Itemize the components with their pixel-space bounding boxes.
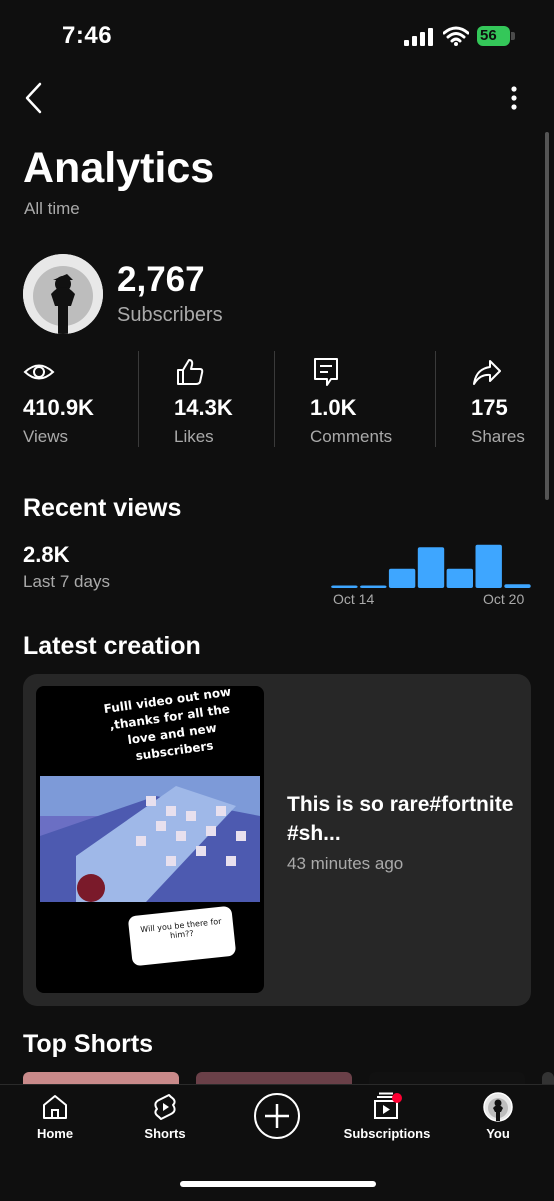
- wifi-icon: [443, 26, 469, 46]
- video-thumbnail[interactable]: Fulll video out now ,thanks for all the …: [36, 686, 264, 993]
- nav-subscriptions[interactable]: Subscriptions: [337, 1092, 437, 1141]
- video-posted-time: 43 minutes ago: [287, 854, 404, 873]
- nav-label: Shorts: [144, 1126, 186, 1141]
- share-icon: [473, 360, 501, 385]
- profile-avatar-icon: [483, 1092, 513, 1122]
- back-arrow-icon[interactable]: [22, 82, 46, 114]
- chart-bar: [417, 547, 445, 588]
- nav-label: You: [486, 1126, 510, 1141]
- stat-label: Comments: [310, 427, 393, 446]
- stat-comments: 1.0K Comments: [310, 352, 430, 448]
- recent-views-value: 2.8K: [23, 542, 70, 567]
- nav-label: Subscriptions: [343, 1126, 431, 1141]
- stat-divider: [274, 351, 275, 447]
- eye-icon: [23, 364, 55, 380]
- subscriber-label: Subscribers: [117, 304, 223, 326]
- channel-avatar[interactable]: [23, 254, 103, 334]
- home-indicator: [180, 1181, 376, 1187]
- subscriber-count: 2,767: [117, 260, 205, 299]
- time-range-label: All time: [24, 199, 80, 218]
- nav-shorts[interactable]: Shorts: [135, 1092, 195, 1141]
- stat-label: Views: [23, 427, 69, 446]
- battery-tip: [511, 32, 515, 40]
- stat-divider: [138, 351, 139, 447]
- chart-bar: [331, 585, 358, 588]
- thumbs-up-icon: [177, 359, 204, 385]
- gameplay-image: [40, 776, 260, 902]
- stat-value: 14.3K: [174, 395, 233, 420]
- chart-bar: [360, 585, 387, 588]
- comment-icon: [314, 358, 338, 386]
- battery-level: 56: [480, 27, 497, 44]
- stat-value: 410.9K: [23, 395, 94, 420]
- stat-shares: 175 Shares: [471, 352, 541, 448]
- stat-likes: 14.3K Likes: [174, 352, 269, 448]
- stat-label: Likes: [174, 427, 214, 446]
- nav-label: Home: [36, 1126, 74, 1141]
- top-shorts-heading: Top Shorts: [23, 1030, 154, 1058]
- cellular-signal-icon: [404, 28, 433, 46]
- subscriptions-icon: [374, 1092, 402, 1119]
- status-time: 7:46: [62, 22, 113, 49]
- scrollbar[interactable]: [545, 132, 549, 500]
- chart-x-label-start: Oct 14: [333, 591, 375, 607]
- plus-icon: [254, 1093, 300, 1139]
- chart-bar: [475, 544, 502, 588]
- video-title[interactable]: This is so rare#fortnite #sh...: [287, 790, 517, 848]
- page-title: Analytics: [23, 144, 215, 192]
- stat-value: 175: [471, 395, 508, 420]
- more-options-icon[interactable]: [504, 84, 524, 114]
- stat-label: Shares: [471, 427, 525, 446]
- thumbnail-question: Will you be there for him??: [127, 905, 237, 967]
- recent-views-period: Last 7 days: [23, 572, 110, 591]
- chart-bar: [504, 584, 531, 588]
- chart-x-label-end: Oct 20: [483, 591, 525, 607]
- chart-bar: [388, 568, 416, 588]
- avatar-image: [23, 254, 103, 334]
- stat-value: 1.0K: [310, 395, 357, 420]
- thumbnail-caption: Fulll video out now ,thanks for all the …: [102, 686, 232, 764]
- chart-bar: [446, 568, 473, 588]
- latest-creation-heading: Latest creation: [23, 632, 201, 660]
- stat-views: 410.9K Views: [23, 352, 133, 448]
- nav-home[interactable]: Home: [25, 1092, 85, 1141]
- recent-views-heading: Recent views: [23, 494, 182, 522]
- nav-you[interactable]: You: [468, 1092, 528, 1141]
- battery-icon: 56: [477, 26, 510, 46]
- create-button[interactable]: [253, 1092, 301, 1145]
- home-icon: [43, 1095, 67, 1119]
- stat-divider: [435, 351, 436, 447]
- shorts-icon: [154, 1094, 176, 1120]
